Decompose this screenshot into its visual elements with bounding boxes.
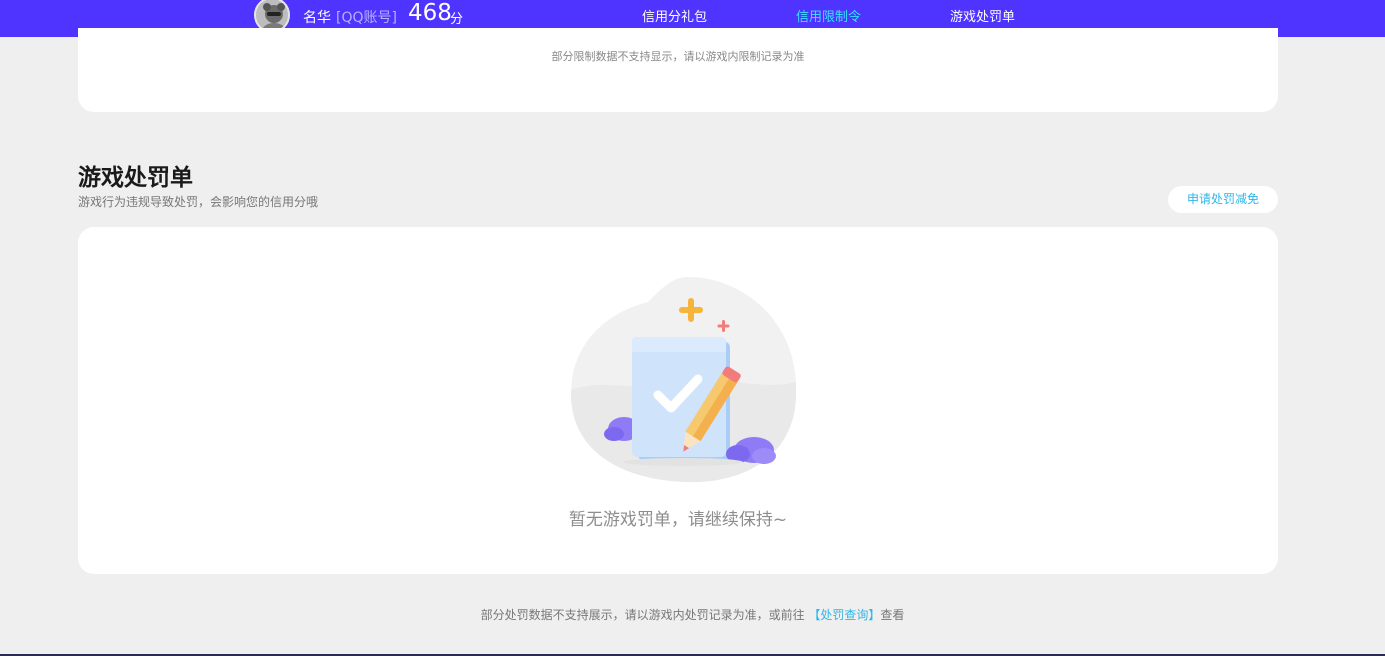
empty-state-icon xyxy=(570,277,797,483)
empty-state-text: 暂无游戏罚单，请继续保持~ xyxy=(568,510,788,530)
user-name: 名华 xyxy=(303,10,331,26)
tab-game-penalty[interactable]: 游戏处罚单 xyxy=(950,6,1015,25)
credit-score: 468 xyxy=(408,0,452,26)
section-title: 游戏处罚单 xyxy=(78,165,193,191)
credit-score-unit: 分 xyxy=(450,12,464,27)
tab-credit-restriction[interactable]: 信用限制令 xyxy=(796,6,861,25)
apply-penalty-reduction-button[interactable]: 申请处罚减免 xyxy=(1168,186,1278,213)
restriction-note: 部分限制数据不支持显示，请以游戏内限制记录为准 xyxy=(551,50,805,63)
restriction-card: 部分限制数据不支持显示，请以游戏内限制记录为准 xyxy=(78,28,1278,112)
footer-note-suffix: 查看 xyxy=(880,608,905,622)
section-subtitle: 游戏行为违规导致处罚，会影响您的信用分哦 xyxy=(78,195,319,209)
footer-note-prefix: 部分处罚数据不支持展示，请以游戏内处罚记录为准，或前往 xyxy=(480,608,809,622)
account-type-label: [QQ账号] xyxy=(336,10,397,26)
tab-credit-gift[interactable]: 信用分礼包 xyxy=(642,6,707,25)
penalty-query-link[interactable]: 【处罚查询】 xyxy=(808,608,880,622)
penalty-list-card: 暂无游戏罚单，请继续保持~ xyxy=(78,227,1278,574)
footer-note: 部分处罚数据不支持展示，请以游戏内处罚记录为准，或前往 【处罚查询】查看 xyxy=(0,606,1385,623)
